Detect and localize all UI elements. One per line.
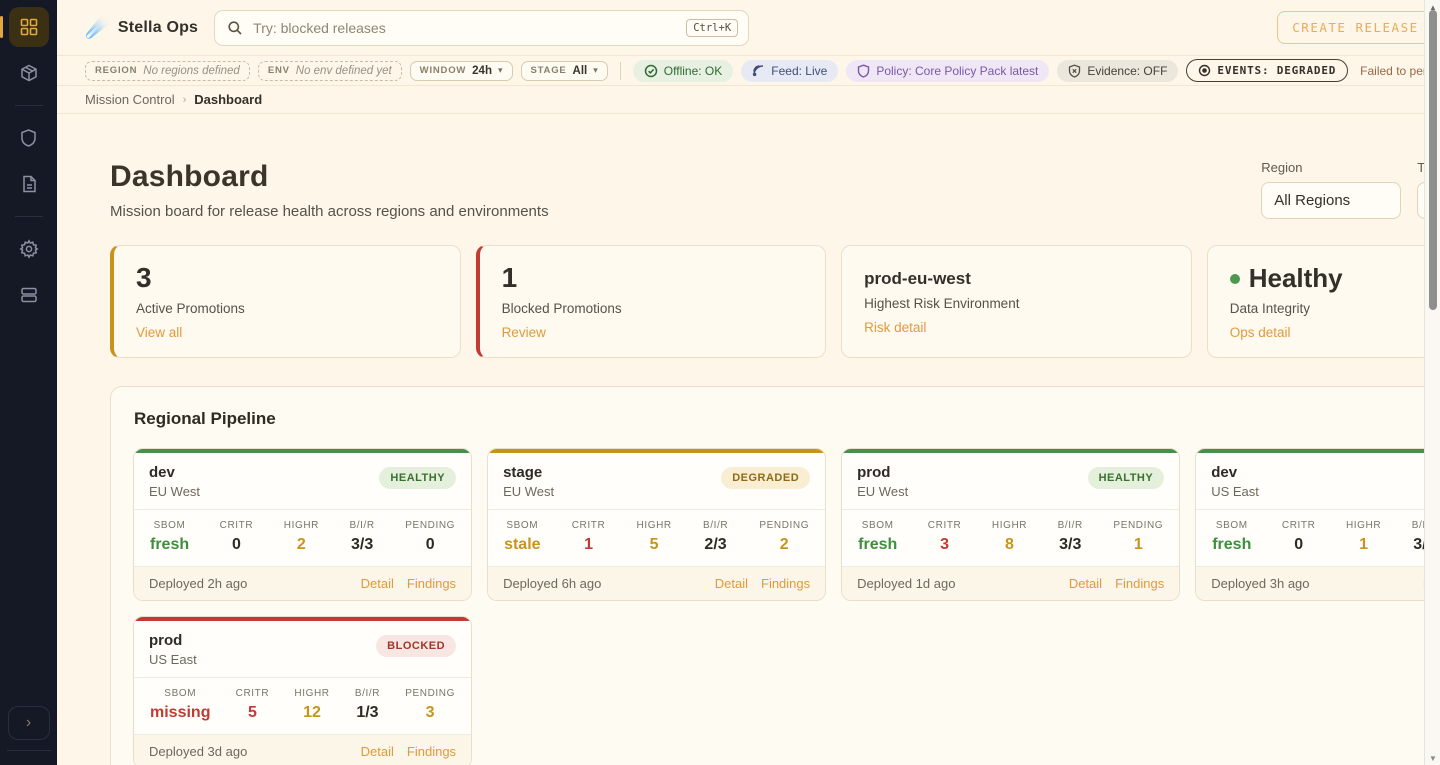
view-all-link[interactable]: View all <box>136 325 182 340</box>
document-icon <box>20 174 38 194</box>
offline-status-chip: Offline: OK <box>633 60 733 82</box>
vertical-scrollbar[interactable]: ▲ ▼ <box>1424 0 1440 765</box>
breadcrumb: Mission Control › Dashboard <box>57 86 1440 114</box>
status-badge: HEALTHY <box>379 467 456 489</box>
healthy-dot-icon <box>1230 274 1240 284</box>
sidebar-item-dashboard[interactable] <box>9 7 49 47</box>
rss-icon <box>752 64 765 77</box>
detail-link[interactable]: Detail <box>361 744 394 759</box>
evidence-status-chip: Evidence: OFF <box>1057 60 1178 82</box>
target-dot-icon <box>1198 64 1211 77</box>
data-integrity-card: Healthy Data Integrity Ops detail <box>1207 245 1440 358</box>
policy-status-chip: Policy: Core Policy Pack latest <box>846 60 1049 82</box>
detail-link[interactable]: Detail <box>361 576 394 591</box>
top-bar: ☄️ Stella Ops Ctrl+K CREATE RELEASE <box>57 0 1440 55</box>
sidebar: › <box>0 0 57 765</box>
page-title: Dashboard <box>110 160 549 194</box>
findings-link[interactable]: Findings <box>1115 576 1164 591</box>
stage-filter-dropdown[interactable]: STAGE All ▾ <box>521 61 608 81</box>
comet-logo-icon: ☄️ <box>85 15 110 40</box>
findings-link[interactable]: Findings <box>761 576 810 591</box>
main-area: ☄️ Stella Ops Ctrl+K CREATE RELEASE <box>57 0 1440 765</box>
scrollbar-thumb[interactable] <box>1429 10 1437 310</box>
detail-link[interactable]: Detail <box>1069 576 1102 591</box>
search-shortcut-badge: Ctrl+K <box>686 19 738 37</box>
pipeline-card-dev-us-east: dev US East HEALTHY SBOMfresh CRITR0 HIG… <box>1195 448 1440 601</box>
sidebar-item-settings[interactable] <box>9 229 49 269</box>
shield-icon <box>857 64 870 78</box>
section-title: Regional Pipeline <box>134 409 276 429</box>
findings-link[interactable]: Findings <box>407 576 456 591</box>
data-integrity-value: Healthy <box>1230 263 1440 294</box>
highest-risk-card: prod-eu-west Highest Risk Environment Ri… <box>841 245 1192 358</box>
risk-detail-link[interactable]: Risk detail <box>864 320 926 335</box>
package-icon <box>19 63 39 83</box>
blocked-promotions-value: 1 <box>502 263 804 294</box>
regional-pipeline-section: Regional Pipeline All environments dev E… <box>110 386 1440 765</box>
region-select-label: Region <box>1261 160 1401 175</box>
pipeline-grid: dev EU West HEALTHY SBOMfresh CRITR0 HIG… <box>133 448 1440 765</box>
pipeline-card-prod-us-east: prod US East BLOCKED SBOMmissing CRITR5 … <box>133 616 472 765</box>
pipeline-card-prod-eu-west: prod EU West HEALTHY SBOMfresh CRITR3 HI… <box>841 448 1180 601</box>
create-release-button[interactable]: CREATE RELEASE <box>1277 11 1433 44</box>
scroll-down-arrow[interactable]: ▼ <box>1425 751 1440 765</box>
pipeline-card-dev-eu-west: dev EU West HEALTHY SBOMfresh CRITR0 HIG… <box>133 448 472 601</box>
region-select[interactable]: All Regions <box>1261 182 1401 219</box>
page-title-block: Dashboard Mission board for release heal… <box>110 160 549 220</box>
summary-cards: 3 Active Promotions View all 1 Blocked P… <box>110 245 1440 358</box>
sidebar-divider <box>15 105 43 106</box>
grid-icon <box>19 17 39 37</box>
chevron-down-icon: ▾ <box>498 65 503 76</box>
context-bar: REGION No regions defined ENV No env def… <box>57 55 1440 86</box>
events-status-button[interactable]: EVENTS: DEGRADED <box>1186 59 1348 82</box>
chevron-down-icon: ▾ <box>593 65 598 76</box>
sidebar-divider <box>15 216 43 217</box>
highest-risk-value: prod-eu-west <box>864 263 1169 289</box>
app-title: Stella Ops <box>118 19 198 37</box>
page-subtitle: Mission board for release health across … <box>110 203 549 220</box>
active-promotions-card: 3 Active Promotions View all <box>110 245 461 358</box>
sidebar-item-security[interactable] <box>9 118 49 158</box>
active-promotions-value: 3 <box>136 263 438 294</box>
sidebar-divider <box>7 750 51 751</box>
chevron-right-icon: › <box>183 94 187 106</box>
global-search[interactable]: Ctrl+K <box>214 10 749 46</box>
pipeline-card-stage-eu-west: stage EU West DEGRADED SBOMstale CRITR1 … <box>487 448 826 601</box>
shield-icon <box>19 128 38 148</box>
sidebar-expand-button[interactable]: › <box>8 706 50 740</box>
page-content: Dashboard Mission board for release heal… <box>57 114 1440 765</box>
app-root: › ☄️ Stella Ops Ctrl+K CREATE REL <box>0 0 1440 765</box>
status-badge: BLOCKED <box>376 635 456 657</box>
blocked-promotions-card: 1 Blocked Promotions Review <box>476 245 827 358</box>
brand: ☄️ Stella Ops <box>85 15 198 40</box>
check-circle-icon <box>644 64 658 78</box>
breadcrumb-mission-control[interactable]: Mission Control <box>85 92 175 107</box>
review-link[interactable]: Review <box>502 325 546 340</box>
search-icon <box>227 20 243 36</box>
breadcrumb-dashboard: Dashboard <box>194 92 262 107</box>
status-badge: DEGRADED <box>721 467 810 489</box>
server-icon <box>19 285 39 305</box>
sidebar-item-servers[interactable] <box>9 275 49 315</box>
feed-status-chip: Feed: Live <box>741 60 838 82</box>
sidebar-item-packages[interactable] <box>9 53 49 93</box>
ops-detail-link[interactable]: Ops detail <box>1230 325 1291 340</box>
findings-link[interactable]: Findings <box>407 744 456 759</box>
search-input[interactable] <box>253 20 676 36</box>
divider <box>620 62 621 80</box>
detail-link[interactable]: Detail <box>715 576 748 591</box>
region-filter-chip[interactable]: REGION No regions defined <box>85 61 250 81</box>
shield-x-icon <box>1068 64 1081 78</box>
sidebar-item-documents[interactable] <box>9 164 49 204</box>
gear-icon <box>19 239 39 259</box>
status-badge: HEALTHY <box>1088 467 1165 489</box>
window-filter-dropdown[interactable]: WINDOW 24h ▾ <box>410 61 513 81</box>
env-filter-chip[interactable]: ENV No env defined yet <box>258 61 402 81</box>
chevron-right-icon: › <box>26 714 31 732</box>
